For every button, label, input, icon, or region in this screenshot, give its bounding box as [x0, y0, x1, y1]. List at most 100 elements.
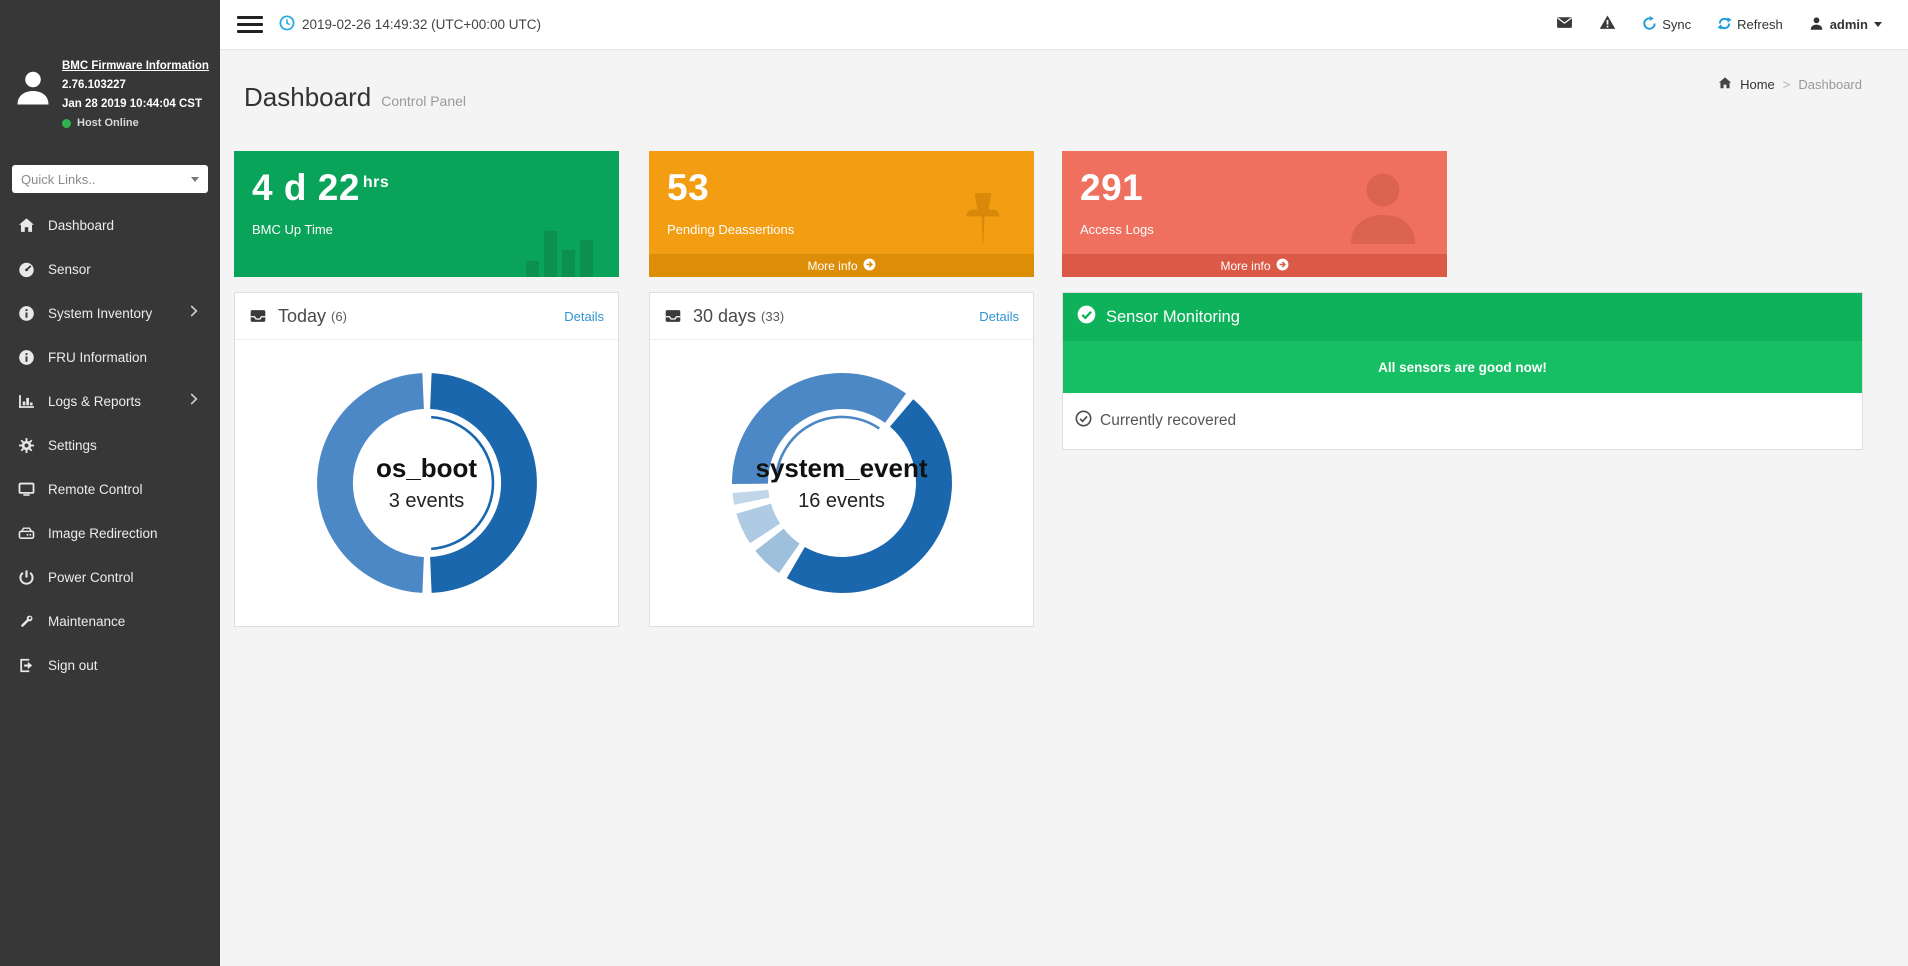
firmware-info-link[interactable]: BMC Firmware Information [62, 60, 212, 72]
chevron-down-icon [191, 177, 199, 182]
sidebar-item-label: System Inventory [48, 306, 152, 321]
avatar [13, 68, 53, 110]
sidebar-item-sensor[interactable]: Sensor [0, 247, 220, 291]
breadcrumb-home[interactable]: Home [1740, 77, 1775, 92]
page-subtitle: Control Panel [381, 93, 466, 109]
topbar: 2019-02-26 14:49:32 (UTC+00:00 UTC) Sync [220, 0, 1908, 50]
system-time: 2019-02-26 14:49:32 (UTC+00:00 UTC) [279, 15, 541, 34]
alerts-icon[interactable] [1599, 14, 1616, 36]
monitor-icon [18, 481, 35, 498]
access-logs-value: 291 [1080, 167, 1429, 209]
page-title: Dashboard [244, 82, 371, 113]
quick-links-select[interactable]: Quick Links.. [12, 165, 208, 193]
pending-deassertions-card: 53 Pending Deassertions More info [649, 151, 1034, 277]
sidebar-item-sign-out[interactable]: Sign out [0, 643, 220, 687]
sidebar-item-label: Power Control [48, 570, 134, 585]
donut-center-label: os_boot3 events [235, 340, 618, 626]
events-30days-panel: 30 days (33) Details system_event16 even… [649, 292, 1034, 627]
panel-title: 30 days [693, 306, 756, 327]
uptime-value: 4 d 22 [252, 167, 360, 208]
uptime-label: BMC Up Time [252, 222, 601, 237]
sidebar-item-label: Logs & Reports [48, 394, 141, 409]
check-circle-icon [1077, 305, 1096, 329]
panel-title: Today [278, 306, 326, 327]
arrow-circle-right-icon [863, 258, 876, 274]
sidebar-item-label: Sensor [48, 262, 91, 277]
sync-button[interactable]: Sync [1642, 16, 1691, 34]
panel-count: (33) [761, 309, 784, 324]
panel-count: (6) [331, 309, 347, 324]
firmware-version: 2.76.103227 [62, 79, 212, 91]
sensor-status-text: Currently recovered [1100, 412, 1236, 430]
messages-icon[interactable] [1556, 14, 1573, 36]
sidebar-item-image-redirection[interactable]: Image Redirection [0, 511, 220, 555]
refresh-button[interactable]: Refresh [1717, 16, 1783, 34]
sidebar-item-remote-control[interactable]: Remote Control [0, 467, 220, 511]
sidebar-item-logs-reports[interactable]: Logs & Reports [0, 379, 220, 423]
info-icon [18, 305, 35, 322]
sidebar-item-settings[interactable]: Settings [0, 423, 220, 467]
breadcrumb-current: Dashboard [1798, 77, 1862, 92]
timestamp: 2019-02-26 14:49:32 (UTC+00:00 UTC) [302, 17, 541, 32]
hamburger-menu-icon[interactable] [237, 12, 263, 37]
info-icon [18, 349, 35, 366]
home-icon [18, 217, 35, 234]
home-icon [1718, 76, 1732, 93]
user-menu[interactable]: admin [1809, 16, 1882, 34]
firmware-date: Jan 28 2019 10:44:04 CST [62, 98, 212, 110]
sidebar-item-label: FRU Information [48, 350, 147, 365]
breadcrumb-separator: > [1783, 77, 1791, 92]
more-info-link[interactable]: More info [649, 254, 1034, 277]
quick-links-placeholder: Quick Links.. [21, 172, 191, 187]
sidebar-item-label: Image Redirection [48, 526, 158, 541]
sidebar-item-label: Dashboard [48, 218, 114, 233]
user-icon [1809, 16, 1824, 34]
sidebar-item-system-inventory[interactable]: System Inventory [0, 291, 220, 335]
main-content: Dashboard Control Panel Home > Dashboard… [220, 50, 1908, 966]
host-status: Host Online [77, 117, 139, 129]
inbox-icon [664, 307, 682, 325]
uptime-unit: hrs [363, 174, 389, 191]
events-today-panel: Today (6) Details os_boot3 events [234, 292, 619, 627]
inbox-icon [249, 307, 267, 325]
sidebar-item-fru-information[interactable]: FRU Information [0, 335, 220, 379]
events-donut-chart[interactable]: system_event16 events [650, 340, 1033, 626]
sidebar-item-label: Remote Control [48, 482, 143, 497]
sensor-monitoring-panel: Sensor Monitoring All sensors are good n… [1062, 292, 1863, 450]
power-icon [18, 569, 35, 586]
host-online-dot [62, 119, 71, 128]
details-link[interactable]: Details [564, 309, 604, 324]
chart-icon [18, 393, 35, 410]
sidebar-item-label: Settings [48, 438, 97, 453]
sidebar-nav: Dashboard Sensor System Inventory FRU Infor… [0, 203, 220, 687]
sensor-status-message: All sensors are good now! [1063, 341, 1862, 393]
sync-icon [1642, 16, 1657, 34]
signout-icon [18, 657, 35, 674]
refresh-icon [1717, 16, 1732, 34]
disk-icon [18, 525, 35, 542]
chevron-right-icon [190, 304, 198, 322]
more-info-link[interactable]: More info [1062, 254, 1447, 277]
sidebar-item-maintenance[interactable]: Maintenance [0, 599, 220, 643]
events-donut-chart[interactable]: os_boot3 events [235, 340, 618, 626]
sidebar-item-label: Sign out [48, 658, 98, 673]
gauge-icon [18, 261, 35, 278]
sensor-status-row: Currently recovered [1063, 393, 1862, 449]
details-link[interactable]: Details [979, 309, 1019, 324]
bmc-uptime-card: 4 d 22hrs BMC Up Time [234, 151, 619, 277]
user-name: admin [1830, 17, 1868, 32]
sensor-monitoring-title: Sensor Monitoring [1106, 308, 1240, 327]
sidebar-item-dashboard[interactable]: Dashboard [0, 203, 220, 247]
sidebar-item-power-control[interactable]: Power Control [0, 555, 220, 599]
check-circle-outline-icon [1075, 410, 1092, 432]
wrench-icon [18, 613, 35, 630]
sidebar-item-label: Maintenance [48, 614, 125, 629]
sidebar: BMC Firmware Information 2.76.103227 Jan… [0, 0, 220, 966]
access-logs-label: Access Logs [1080, 222, 1429, 237]
chevron-down-icon [1874, 22, 1882, 27]
arrow-circle-right-icon [1276, 258, 1289, 274]
donut-center-label: system_event16 events [650, 340, 1033, 626]
access-logs-card: 291 Access Logs More info [1062, 151, 1447, 277]
clock-icon [279, 15, 295, 34]
deassertions-value: 53 [667, 167, 1016, 209]
